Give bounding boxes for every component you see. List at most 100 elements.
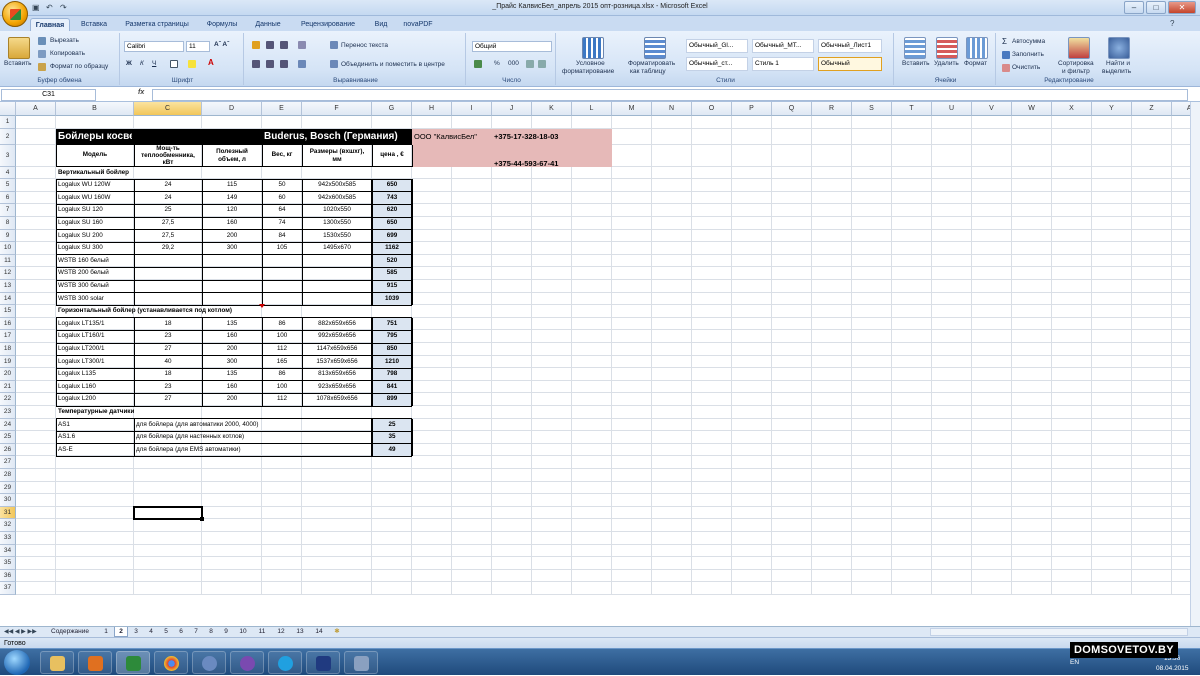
sheet-tab[interactable]: 2 [114,627,128,637]
row-header[interactable]: 2 [0,128,16,145]
sort-label-2[interactable]: и фильтр [1062,68,1090,75]
row-header[interactable]: 33 [0,532,16,545]
taskbar-explorer[interactable] [40,651,74,674]
insert-cells-button[interactable]: Вставить [902,60,930,67]
format-table-label-1[interactable]: Форматировать [628,60,675,67]
column-header[interactable]: H [412,102,452,116]
tab-home[interactable]: Главная [30,18,70,31]
column-header[interactable]: O [692,102,732,116]
row-header[interactable]: 15 [0,305,16,318]
indent-icon[interactable] [298,60,306,68]
row-header[interactable]: 20 [0,368,16,381]
style-normal-st[interactable]: Обычный_ст... [686,57,748,71]
clear-button[interactable]: Очистить [1012,64,1040,71]
row-header[interactable]: 1 [0,116,16,129]
column-header[interactable]: U [932,102,972,116]
paste-button[interactable]: Вставить [4,60,32,67]
align-middle-icon[interactable] [266,41,274,49]
column-header[interactable]: F [302,102,372,116]
align-left-icon[interactable] [252,60,260,68]
merge-center-button[interactable]: Объединить и поместить в центре [341,61,445,68]
row-header[interactable]: 7 [0,204,16,217]
minimize-button[interactable]: – [1124,1,1144,14]
tray-lang[interactable]: EN [1070,659,1079,666]
sheet-tab[interactable]: 10 [234,627,252,637]
row-header[interactable]: 26 [0,443,16,457]
row-header[interactable]: 13 [0,280,16,293]
taskbar-save-app[interactable] [306,651,340,674]
sheet-tab[interactable]: 1 [99,627,113,637]
tab-insert[interactable]: Вставка [74,18,114,31]
sheet-tab[interactable]: 3 [129,627,143,637]
taskbar-media-player[interactable] [78,651,112,674]
sheet-tab[interactable]: 9 [219,627,233,637]
row-header[interactable]: 21 [0,380,16,394]
row-header[interactable]: 37 [0,582,16,595]
column-header[interactable]: P [732,102,772,116]
row-header[interactable]: 36 [0,569,16,583]
sheet-nav-arrows[interactable]: ◀◀ ◀ ▶ ▶▶ [4,627,37,637]
row-header[interactable]: 10 [0,242,16,255]
column-header[interactable]: N [652,102,692,116]
row-header[interactable]: 29 [0,481,16,495]
column-header[interactable]: Z [1132,102,1172,116]
align-right-icon[interactable] [280,60,288,68]
column-header[interactable]: L [572,102,612,116]
percent-icon[interactable]: % [494,60,500,67]
style-normal-gl[interactable]: Обычный_Gl... [686,39,748,53]
cut-button[interactable]: Вырезать [50,37,79,44]
format-painter-button[interactable]: Формат по образцу [50,63,108,70]
borders-icon[interactable] [170,60,178,68]
row-header[interactable]: 30 [0,494,16,507]
orientation-icon[interactable] [298,41,306,49]
row-header[interactable]: 34 [0,544,16,558]
taskbar-excel[interactable] [116,651,150,674]
column-header[interactable]: I [452,102,492,116]
style-1[interactable]: Стиль 1 [752,57,814,71]
row-header[interactable]: 28 [0,469,16,482]
row-header[interactable]: 4 [0,166,16,180]
name-box[interactable]: C31 [1,89,96,101]
start-button[interactable] [4,650,30,675]
fx-icon[interactable]: fx [138,89,150,101]
comma-style-icon[interactable]: 000 [508,60,519,67]
fill-button[interactable]: Заполнить [1012,51,1044,58]
column-header[interactable]: D [202,102,262,116]
align-bottom-icon[interactable] [280,41,288,49]
column-header[interactable]: W [1012,102,1052,116]
new-sheet-icon[interactable]: ✱ [331,627,343,637]
column-header[interactable]: AA [1172,102,1190,116]
tab-novapdf[interactable]: novaPDF [398,18,438,31]
taskbar-app-blue[interactable] [192,651,226,674]
row-header[interactable]: 25 [0,431,16,444]
row-header[interactable]: 16 [0,317,16,331]
sheet-tab[interactable]: Содержание [42,627,98,637]
formula-input[interactable] [152,89,1188,101]
autosum-button[interactable]: Автосумма [1012,38,1045,45]
font-color-icon[interactable]: A [208,58,214,67]
spreadsheet-grid[interactable]: ABCDEFGHIJKLMNOPQRSTUVWXYZAA123456789101… [0,102,1190,626]
column-header[interactable]: Q [772,102,812,116]
horizontal-scrollbar[interactable] [930,628,1188,636]
align-center-icon[interactable] [266,60,274,68]
column-header[interactable]: T [892,102,932,116]
find-label-2[interactable]: выделить [1102,68,1131,75]
sheet-tab[interactable]: 13 [291,627,309,637]
tab-data[interactable]: Данные [248,18,288,31]
row-header[interactable]: 19 [0,355,16,369]
row-header[interactable]: 22 [0,393,16,406]
column-header[interactable]: R [812,102,852,116]
vertical-scrollbar[interactable] [1190,102,1200,626]
sheet-tab[interactable]: 8 [204,627,218,637]
fill-handle[interactable] [200,517,204,522]
help-icon[interactable]: ? [1170,19,1180,29]
grow-font-icon[interactable]: Aˆ Aˇ [214,41,229,48]
column-header[interactable]: G [372,102,412,116]
sheet-tab[interactable]: 11 [253,627,271,637]
maximize-button[interactable]: □ [1146,1,1166,14]
row-header[interactable]: 14 [0,292,16,306]
row-header[interactable]: 31 [0,506,16,520]
row-header[interactable]: 24 [0,418,16,432]
row-header[interactable]: 32 [0,519,16,532]
row-header[interactable]: 3 [0,144,16,167]
